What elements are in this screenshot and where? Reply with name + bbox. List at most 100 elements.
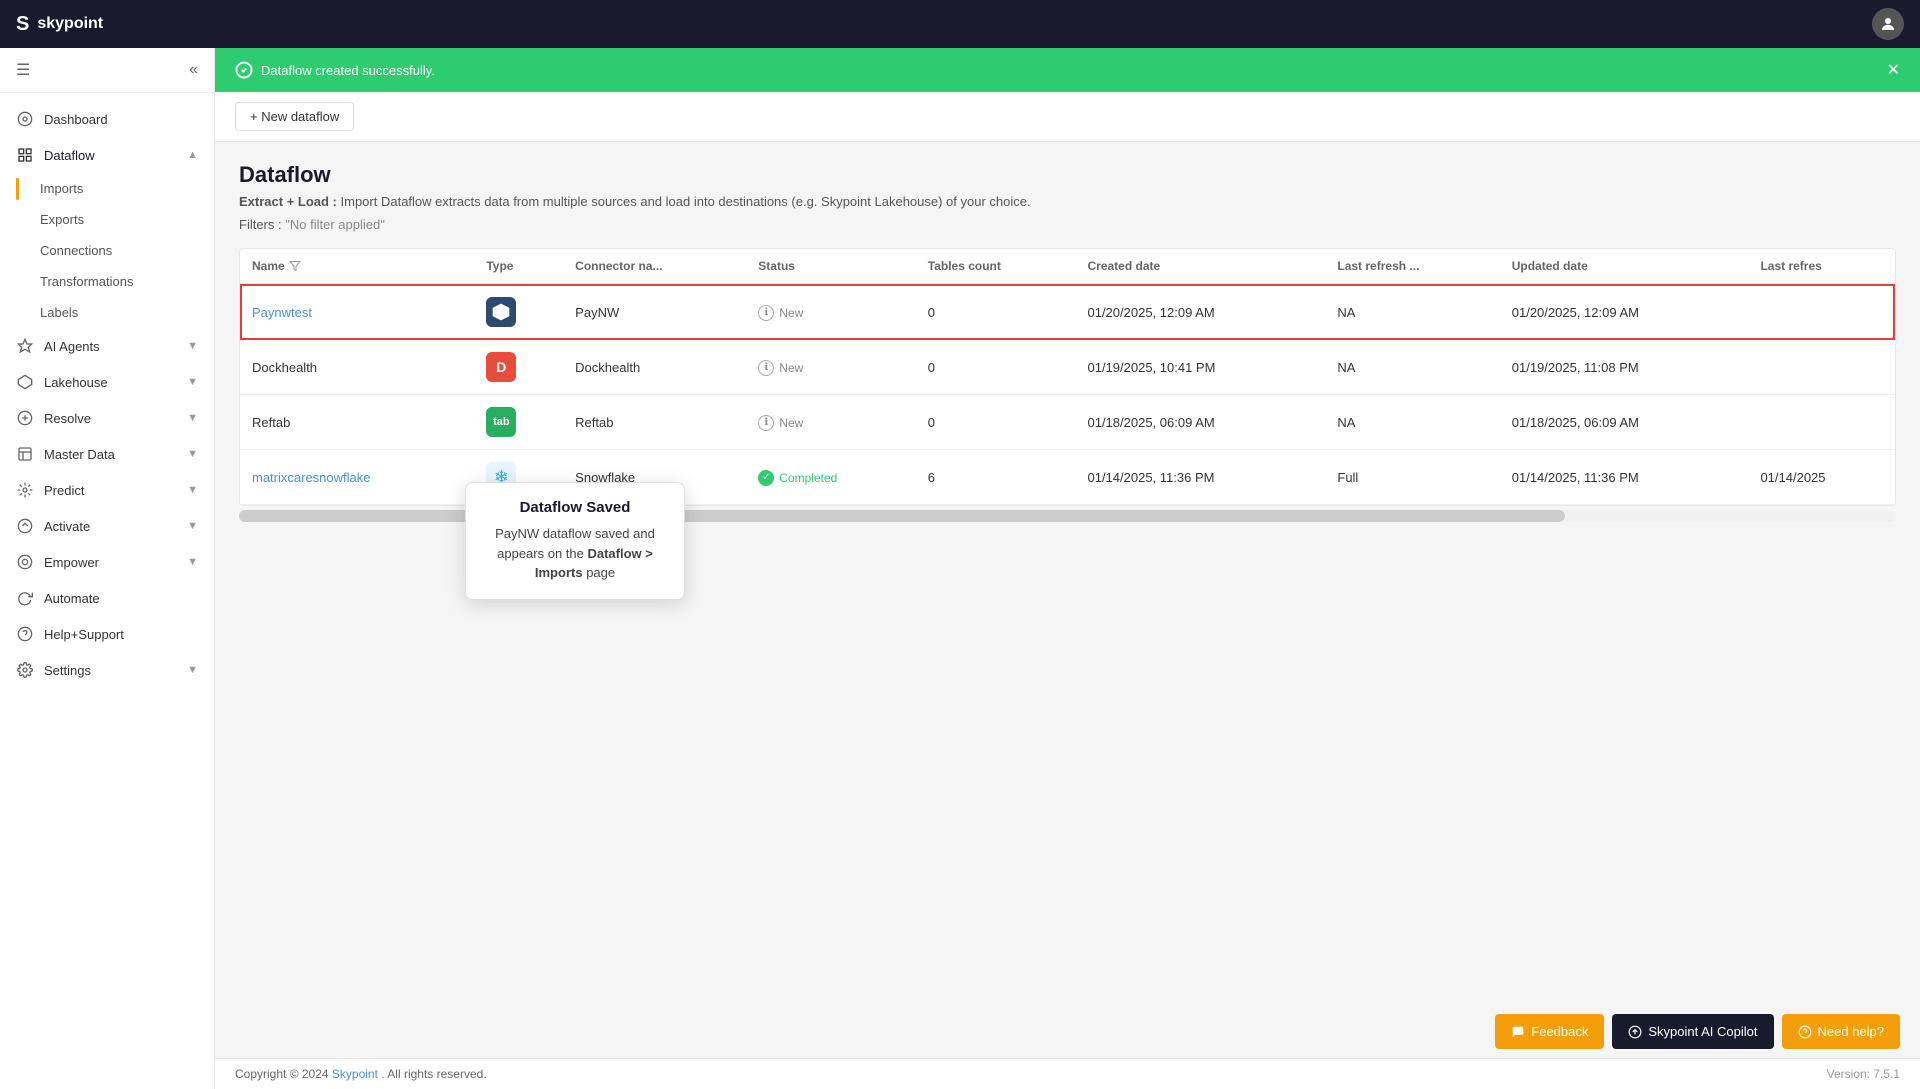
cell-last-refresh: Full bbox=[1325, 450, 1499, 505]
tooltip-title: Dataflow Saved bbox=[482, 499, 668, 516]
sidebar-item-empower[interactable]: Empower ▼ bbox=[0, 544, 214, 580]
new-dataflow-label: + New dataflow bbox=[250, 109, 339, 124]
sidebar-item-settings[interactable]: Settings ▼ bbox=[0, 652, 214, 688]
page-content: Dataflow Extract + Load : Import Dataflo… bbox=[215, 142, 1920, 1058]
filter-icon[interactable] bbox=[289, 260, 301, 272]
cell-name: Reftab bbox=[240, 395, 474, 450]
sidebar-item-resolve[interactable]: Resolve ▼ bbox=[0, 400, 214, 436]
cell-status: ℹNew bbox=[746, 284, 915, 340]
cell-tables-count: 0 bbox=[916, 284, 1076, 340]
cell-tables-count: 6 bbox=[916, 450, 1076, 505]
sidebar-item-imports[interactable]: Imports bbox=[40, 173, 214, 204]
col-updated-date: Updated date bbox=[1500, 249, 1749, 284]
app-name: skypoint bbox=[37, 15, 103, 33]
col-last-refres: Last refres bbox=[1748, 249, 1895, 284]
sidebar-header: ☰ « bbox=[0, 48, 214, 93]
copyright-brand-link[interactable]: Skypoint bbox=[332, 1067, 378, 1081]
sidebar-item-master-data[interactable]: Master Data ▼ bbox=[0, 436, 214, 472]
sidebar-item-label-dashboard: Dashboard bbox=[44, 112, 198, 127]
cell-connector: Dockhealth bbox=[563, 340, 746, 395]
row-name-link[interactable]: matrixcaresnowflake bbox=[252, 470, 371, 485]
sidebar-item-help-support[interactable]: Help+Support bbox=[0, 616, 214, 652]
sidebar-item-dashboard[interactable]: Dashboard bbox=[0, 101, 214, 137]
active-indicator bbox=[16, 178, 19, 200]
success-banner-close-button[interactable]: ✕ bbox=[1887, 60, 1900, 80]
help-button[interactable]: Need help? bbox=[1782, 1014, 1901, 1049]
feedback-icon bbox=[1511, 1025, 1525, 1039]
filters-value: "No filter applied" bbox=[285, 217, 385, 232]
cell-last-refres bbox=[1748, 340, 1895, 395]
cell-last-refresh: NA bbox=[1325, 395, 1499, 450]
sidebar-item-activate[interactable]: Activate ▼ bbox=[0, 508, 214, 544]
automate-icon bbox=[16, 589, 34, 607]
cell-created-date: 01/20/2025, 12:09 AM bbox=[1075, 284, 1325, 340]
dataflow-submenu: Imports Exports Connections Transformati… bbox=[0, 173, 214, 328]
sidebar-item-label-predict: Predict bbox=[44, 483, 177, 498]
cell-tables-count: 0 bbox=[916, 340, 1076, 395]
sidebar-item-lakehouse[interactable]: Lakehouse ▼ bbox=[0, 364, 214, 400]
dataflow-chevron-icon: ▲ bbox=[187, 149, 198, 161]
cell-created-date: 01/18/2025, 06:09 AM bbox=[1075, 395, 1325, 450]
topbar: S skypoint bbox=[0, 0, 1920, 48]
imports-label: Imports bbox=[40, 181, 83, 196]
cell-created-date: 01/14/2025, 11:36 PM bbox=[1075, 450, 1325, 505]
page-title: Dataflow bbox=[239, 162, 1896, 188]
predict-icon bbox=[16, 481, 34, 499]
collapse-icon[interactable]: « bbox=[189, 61, 198, 79]
ai-agents-icon bbox=[16, 337, 34, 355]
bottom-bar: Copyright © 2024 Skypoint . All rights r… bbox=[215, 1058, 1920, 1089]
user-avatar[interactable] bbox=[1872, 8, 1904, 40]
col-last-refresh: Last refresh ... bbox=[1325, 249, 1499, 284]
table-row: Paynwtest PayNW ℹNew 0 01/20/2025, 12:09… bbox=[240, 284, 1895, 340]
sidebar-item-dataflow[interactable]: Dataflow ▲ bbox=[0, 137, 214, 173]
col-tables-count: Tables count bbox=[916, 249, 1076, 284]
cell-tables-count: 0 bbox=[916, 395, 1076, 450]
bottom-action-buttons: Feedback Skypoint AI Copilot Need help? bbox=[1495, 1014, 1900, 1049]
settings-chevron-icon: ▼ bbox=[187, 664, 198, 676]
dataflow-table: Name Type Connector na... Status Tables … bbox=[240, 249, 1895, 505]
master-data-chevron-icon: ▼ bbox=[187, 448, 198, 460]
menu-icon[interactable]: ☰ bbox=[16, 60, 30, 80]
sidebar-item-labels[interactable]: Labels bbox=[40, 297, 214, 328]
row-name-link[interactable]: Paynwtest bbox=[252, 305, 312, 320]
col-connector: Connector na... bbox=[563, 249, 746, 284]
settings-icon bbox=[16, 661, 34, 679]
connector-icon: D bbox=[486, 352, 516, 382]
sidebar-nav: Dashboard Dataflow ▲ Imports Exports bbox=[0, 93, 214, 696]
row-name: Reftab bbox=[252, 415, 290, 430]
sidebar-item-exports[interactable]: Exports bbox=[40, 204, 214, 235]
table-row: Reftab tab Reftab ℹNew 0 01/18/2025, 06:… bbox=[240, 395, 1895, 450]
tooltip-body: PayNW dataflow saved and appears on the … bbox=[482, 524, 668, 583]
sidebar-item-transformations[interactable]: Transformations bbox=[40, 266, 214, 297]
page-filters: Filters : "No filter applied" bbox=[239, 217, 1896, 232]
cell-name: matrixcaresnowflake bbox=[240, 450, 474, 505]
lakehouse-chevron-icon: ▼ bbox=[187, 376, 198, 388]
sidebar-item-label-lakehouse: Lakehouse bbox=[44, 375, 177, 390]
feedback-button[interactable]: Feedback bbox=[1495, 1014, 1604, 1049]
help-question-icon bbox=[1798, 1025, 1812, 1039]
cell-type: tab bbox=[474, 395, 563, 450]
cell-updated-date: 01/19/2025, 11:08 PM bbox=[1500, 340, 1749, 395]
table-body: Paynwtest PayNW ℹNew 0 01/20/2025, 12:09… bbox=[240, 284, 1895, 505]
sidebar-item-label-empower: Empower bbox=[44, 555, 177, 570]
cell-type bbox=[474, 284, 563, 340]
copilot-button[interactable]: Skypoint AI Copilot bbox=[1612, 1014, 1773, 1049]
success-icon bbox=[235, 61, 253, 79]
sidebar-item-automate[interactable]: Automate bbox=[0, 580, 214, 616]
version-text: Version: 7.5.1 bbox=[1827, 1067, 1900, 1081]
success-message: Dataflow created successfully. bbox=[261, 63, 435, 78]
connector-icon: tab bbox=[486, 407, 516, 437]
sidebar-item-connections[interactable]: Connections bbox=[40, 235, 214, 266]
scrollbar-thumb[interactable] bbox=[239, 510, 1565, 522]
cell-status: ℹNew bbox=[746, 395, 915, 450]
new-dataflow-button[interactable]: + New dataflow bbox=[235, 102, 354, 131]
master-data-icon bbox=[16, 445, 34, 463]
help-label: Need help? bbox=[1818, 1024, 1885, 1039]
sidebar-item-predict[interactable]: Predict ▼ bbox=[0, 472, 214, 508]
transformations-label: Transformations bbox=[40, 274, 133, 289]
sidebar: ☰ « Dashboard Dataflow ▲ Im bbox=[0, 48, 215, 1089]
predict-chevron-icon: ▼ bbox=[187, 484, 198, 496]
table-row: Dockhealth D Dockhealth ℹNew 0 01/19/202… bbox=[240, 340, 1895, 395]
cell-connector: PayNW bbox=[563, 284, 746, 340]
sidebar-item-ai-agents[interactable]: AI Agents ▼ bbox=[0, 328, 214, 364]
